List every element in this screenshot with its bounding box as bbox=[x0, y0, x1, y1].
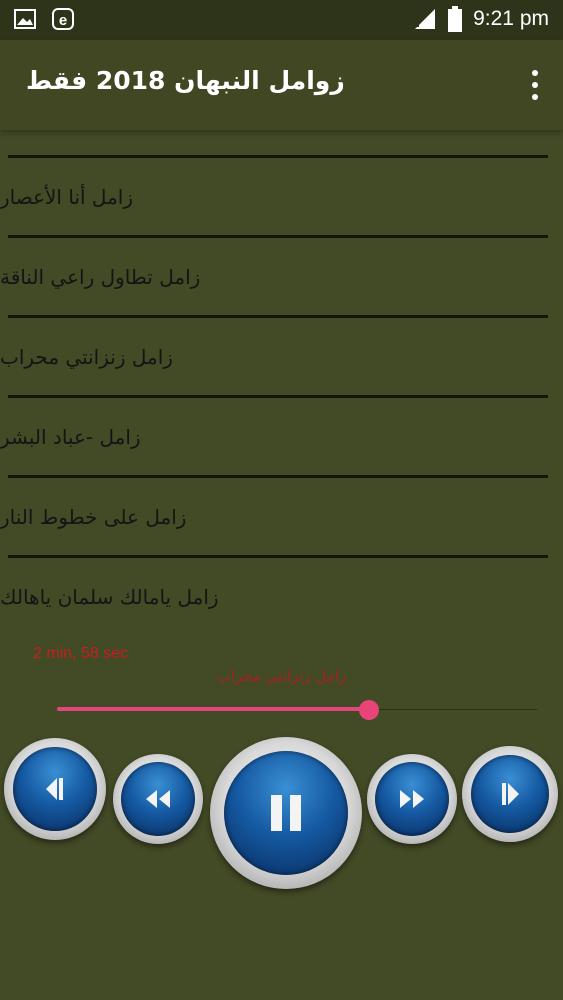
overflow-menu-icon[interactable] bbox=[525, 70, 545, 100]
track-list: زامل أنا الأعصار زامل تطاول راعي الناقة … bbox=[0, 155, 563, 635]
app-bar: زوامل النبهان 2018 فقط bbox=[0, 40, 563, 130]
pause-icon bbox=[210, 737, 362, 889]
list-item[interactable]: زامل تطاول راعي الناقة bbox=[0, 238, 563, 315]
skip-next-button[interactable] bbox=[462, 746, 558, 842]
app-title: زوامل النبهان 2018 فقط bbox=[26, 66, 345, 95]
list-item-label: زامل على خطوط النار bbox=[0, 504, 187, 529]
rewind-button[interactable] bbox=[113, 754, 203, 844]
list-item-label: زامل زنزانتي محراب bbox=[0, 344, 173, 369]
status-time: 9:21 pm bbox=[473, 7, 549, 30]
now-playing-title: زامل زنزانتي محراب bbox=[216, 667, 347, 685]
fast-forward-button[interactable] bbox=[367, 754, 457, 844]
seek-progress bbox=[57, 707, 369, 711]
list-item[interactable]: زامل -عباد البشر bbox=[0, 398, 563, 475]
status-bar: e 9:21 pm bbox=[0, 0, 563, 40]
seek-bar[interactable] bbox=[57, 700, 537, 720]
list-item-label: زامل تطاول راعي الناقة bbox=[0, 264, 201, 289]
pause-button[interactable] bbox=[210, 737, 362, 889]
list-item-label: زامل -عباد البشر bbox=[0, 424, 141, 449]
battery-icon bbox=[448, 6, 463, 32]
list-item[interactable]: زامل أنا الأعصار bbox=[0, 158, 563, 235]
signal-icon bbox=[415, 9, 436, 29]
e-badge-icon: e bbox=[52, 8, 74, 30]
skip-previous-icon bbox=[4, 738, 106, 840]
list-item[interactable]: زامل زنزانتي محراب bbox=[0, 318, 563, 395]
image-icon bbox=[14, 9, 36, 29]
list-item[interactable]: زامل على خطوط النار bbox=[0, 478, 563, 555]
skip-previous-button[interactable] bbox=[4, 738, 106, 840]
list-item[interactable]: زامل يامالك سلمان ياهالك bbox=[0, 558, 563, 635]
list-item-label: زامل أنا الأعصار bbox=[0, 184, 133, 209]
elapsed-time: 2 min, 58 sec bbox=[33, 645, 129, 662]
skip-next-icon bbox=[462, 746, 558, 842]
seek-thumb[interactable] bbox=[359, 700, 379, 720]
fast-forward-icon bbox=[367, 754, 457, 844]
rewind-icon bbox=[113, 754, 203, 844]
list-item-label: زامل يامالك سلمان ياهالك bbox=[0, 584, 219, 609]
